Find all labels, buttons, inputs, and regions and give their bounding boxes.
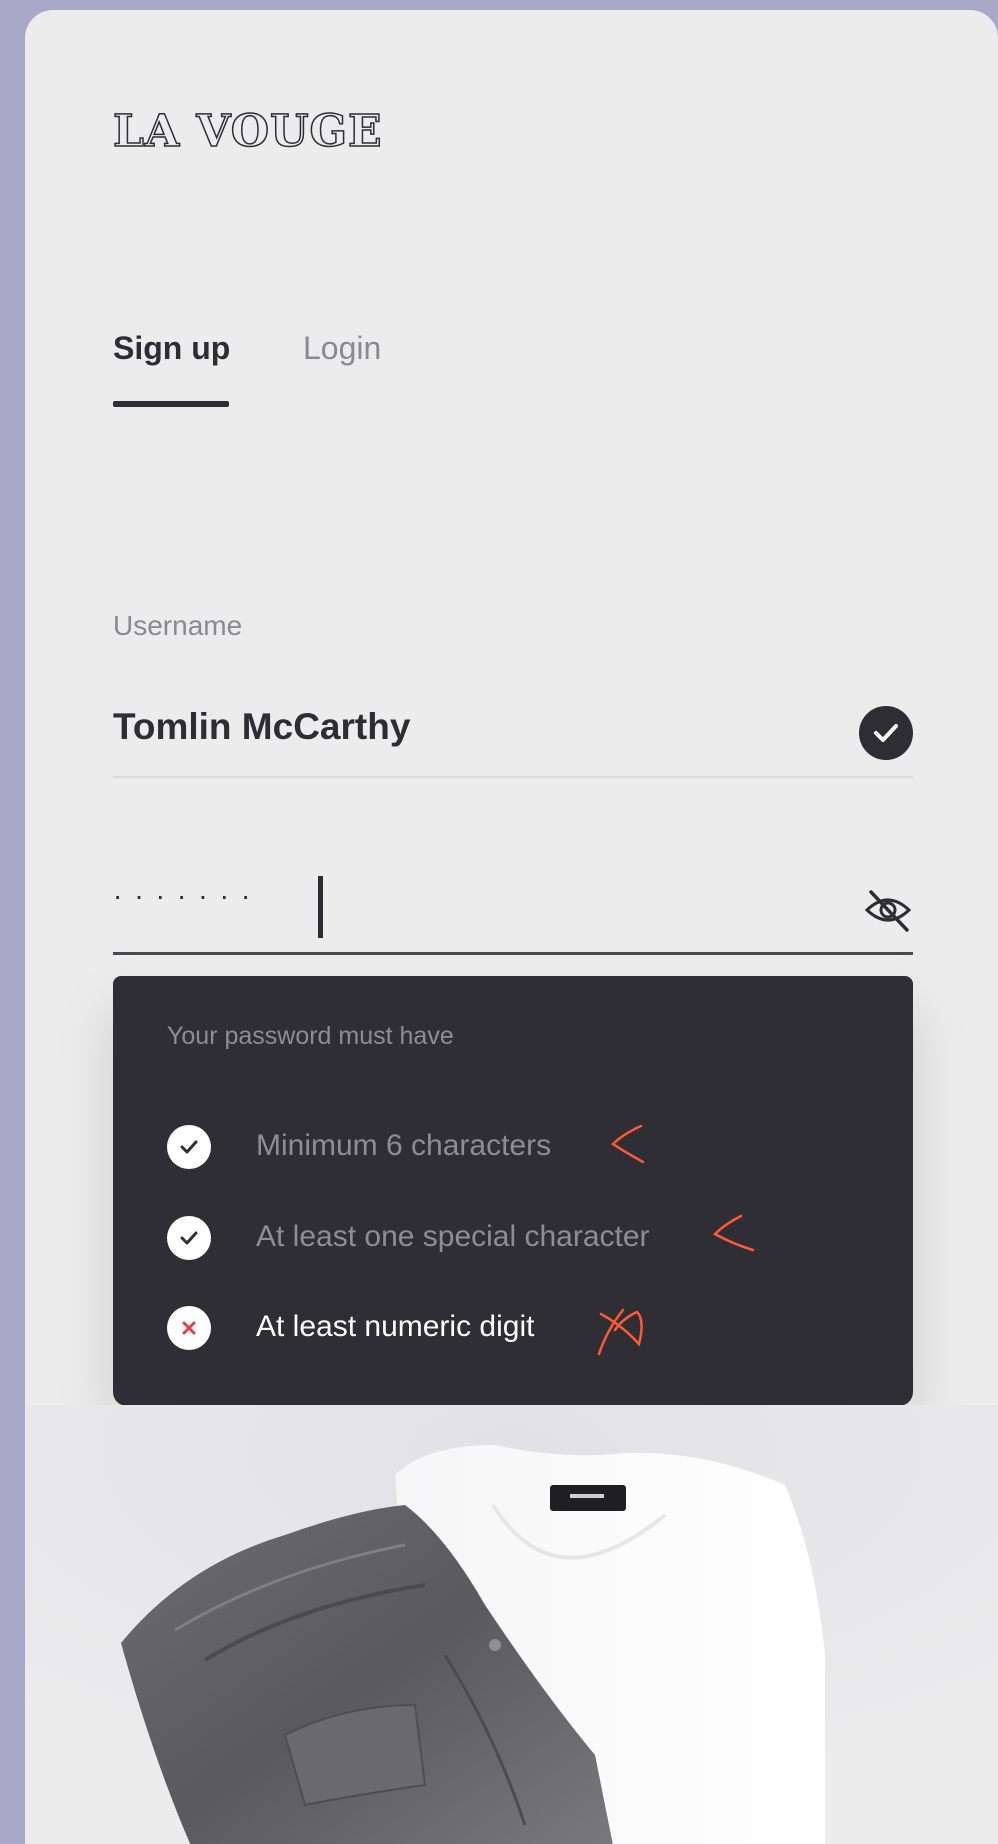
rule-label: Minimum 6 characters — [256, 1129, 552, 1162]
username-label: Username — [113, 610, 243, 641]
tab-sign-up[interactable]: Sign up — [113, 328, 230, 368]
signup-card: LA VOUGE Sign up Login Username Tomlin M… — [25, 10, 998, 1844]
x-icon — [167, 1306, 211, 1350]
product-photo — [25, 1405, 998, 1844]
password-field[interactable]: ······· — [113, 872, 913, 955]
check-circle-icon — [859, 706, 913, 760]
tab-login[interactable]: Login — [303, 328, 381, 368]
rule-label: At least numeric digit — [256, 1310, 535, 1343]
annotation-check-mark — [712, 1214, 755, 1252]
rule-label: At least one special character — [256, 1220, 650, 1253]
annotation-x-mark — [597, 1308, 643, 1356]
eye-off-icon[interactable] — [863, 886, 913, 934]
check-icon — [167, 1216, 211, 1260]
check-icon — [167, 1125, 211, 1169]
password-masked-value: ······· — [113, 880, 263, 911]
rule-min-length: Minimum 6 characters — [167, 1125, 867, 1171]
username-field[interactable]: Tomlin McCarthy — [113, 700, 913, 778]
brand-logo: LA VOUGE — [112, 106, 383, 157]
annotation-check-mark — [611, 1124, 645, 1164]
requirements-title: Your password must have — [167, 1022, 454, 1050]
active-tab-indicator — [113, 401, 229, 407]
username-value: Tomlin McCarthy — [113, 706, 411, 747]
rule-numeric-digit: At least numeric digit — [167, 1306, 867, 1352]
text-caret — [318, 876, 323, 938]
password-requirements-popover: Your password must have Minimum 6 charac… — [113, 976, 913, 1406]
